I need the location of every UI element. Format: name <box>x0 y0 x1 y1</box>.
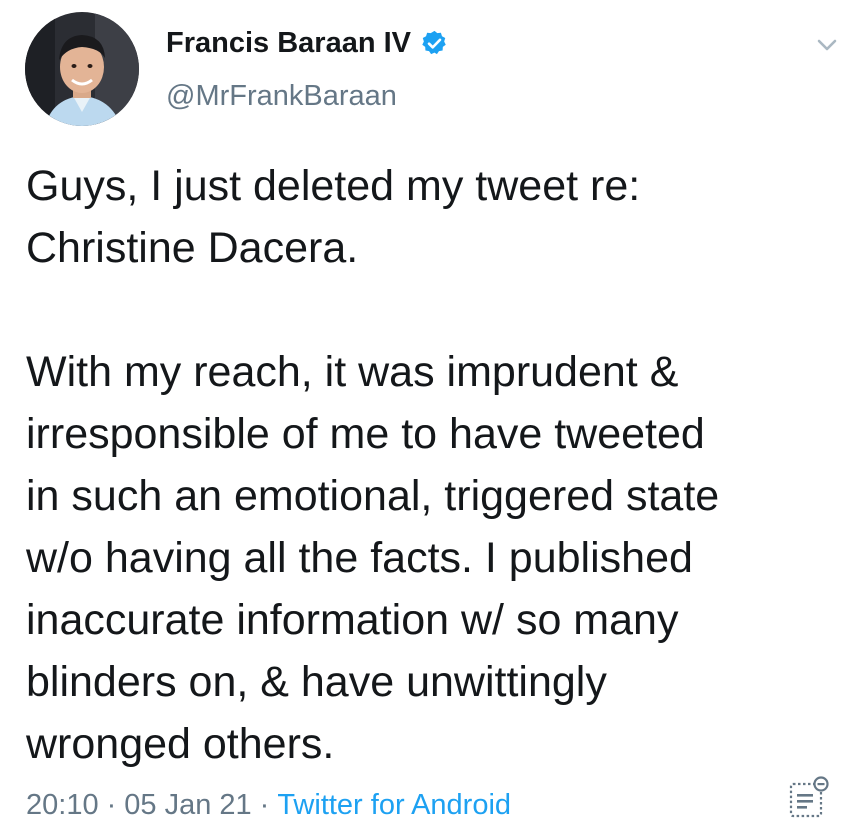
tweet-time[interactable]: 20:10 <box>26 789 99 821</box>
tweet-source-link[interactable]: Twitter for Android <box>277 789 511 821</box>
author-display-name[interactable]: Francis Baraan IV <box>166 27 449 60</box>
meta-separator: · <box>106 789 117 821</box>
author-name-text: Francis Baraan IV <box>166 27 411 59</box>
tweet-date[interactable]: 05 Jan 21 <box>124 789 251 821</box>
tweet-meta: 20:10 · 05 Jan 21 · Twitter for Android <box>26 789 511 822</box>
verified-badge-icon <box>420 29 449 58</box>
meta-separator-2: · <box>259 789 270 821</box>
avatar[interactable] <box>25 12 139 126</box>
tweet-analytics-icon[interactable] <box>788 776 830 820</box>
author-handle[interactable]: @MrFrankBaraan <box>166 80 397 113</box>
chevron-down-icon[interactable] <box>812 30 842 60</box>
tweet-text: Guys, I just deleted my tweet re: Christ… <box>26 162 720 768</box>
